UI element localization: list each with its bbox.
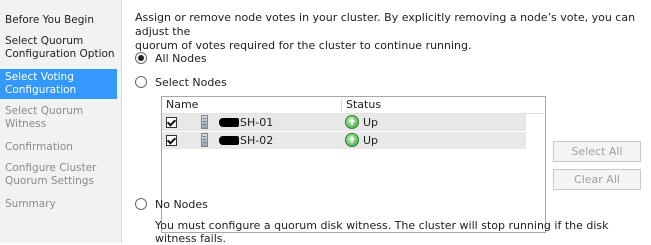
node-list[interactable]: Name Status SH-01 Up SH-02 Up bbox=[161, 96, 546, 233]
nav-summary[interactable]: Summary bbox=[0, 198, 117, 211]
node-list-header: Name Status bbox=[162, 97, 545, 114]
server-icon bbox=[201, 115, 208, 129]
no-nodes-label[interactable]: No Nodes bbox=[155, 198, 208, 211]
column-separator[interactable] bbox=[341, 98, 342, 112]
nav-before-you-begin[interactable]: Before You Begin bbox=[0, 14, 117, 27]
node-row[interactable]: SH-02 Up bbox=[162, 132, 526, 149]
status-up-icon bbox=[345, 133, 359, 147]
select-nodes-radio[interactable] bbox=[135, 76, 147, 88]
server-icon bbox=[201, 133, 208, 147]
description-line: Assign or remove node votes in your clus… bbox=[135, 11, 636, 38]
description-line: quorum of votes required for the cluster… bbox=[135, 39, 472, 52]
nav-configure-cluster-quorum-settings[interactable]: Configure Cluster Quorum Settings bbox=[0, 162, 117, 188]
no-nodes-radio[interactable] bbox=[135, 198, 147, 210]
nav-label: Configuration bbox=[5, 84, 77, 96]
all-nodes-label[interactable]: All Nodes bbox=[155, 52, 207, 65]
clear-all-button[interactable]: Clear All bbox=[553, 169, 641, 190]
node-checkbox[interactable] bbox=[166, 135, 177, 146]
select-nodes-label[interactable]: Select Nodes bbox=[155, 76, 227, 89]
nav-select-quorum-witness[interactable]: Select Quorum Witness bbox=[0, 105, 117, 131]
node-row[interactable]: SH-01 Up bbox=[162, 114, 526, 131]
column-header-status[interactable]: Status bbox=[346, 98, 381, 111]
radio-selected-dot bbox=[138, 55, 144, 61]
nav-label: Configuration Option bbox=[5, 48, 115, 60]
nav-label: Confirmation bbox=[5, 141, 73, 153]
nav-label: Summary bbox=[5, 198, 56, 210]
nav-select-voting-configuration[interactable]: Select Voting Configuration bbox=[0, 69, 117, 99]
node-name: SH-02 bbox=[240, 134, 274, 147]
nav-label: Quorum Settings bbox=[5, 175, 94, 187]
no-nodes-warning: You must configure a quorum disk witness… bbox=[155, 219, 609, 245]
nav-label: Select Voting bbox=[5, 71, 74, 83]
nav-select-quorum-configuration-option[interactable]: Select Quorum Configuration Option bbox=[0, 35, 117, 61]
select-all-button[interactable]: Select All bbox=[553, 141, 641, 162]
column-header-name[interactable]: Name bbox=[166, 98, 198, 111]
nav-label: Select Quorum bbox=[5, 35, 84, 47]
nav-confirmation[interactable]: Confirmation bbox=[0, 141, 117, 154]
nav-label: Witness bbox=[5, 118, 47, 130]
nav-label: Before You Begin bbox=[5, 14, 95, 26]
sidebar-divider bbox=[121, 0, 122, 243]
redacted-name-block bbox=[219, 136, 239, 145]
node-name: SH-01 bbox=[240, 116, 274, 129]
node-status: Up bbox=[363, 116, 379, 129]
node-checkbox[interactable] bbox=[166, 117, 177, 128]
node-status: Up bbox=[363, 134, 379, 147]
all-nodes-radio[interactable] bbox=[135, 52, 147, 64]
nav-label: Configure Cluster bbox=[5, 162, 97, 174]
page-description: Assign or remove node votes in your clus… bbox=[135, 11, 645, 53]
redacted-name-block bbox=[219, 118, 239, 127]
wizard-sidebar: Before You Begin Select Quorum Configura… bbox=[0, 0, 121, 243]
status-up-icon bbox=[345, 115, 359, 129]
nav-label: Select Quorum bbox=[5, 105, 84, 117]
